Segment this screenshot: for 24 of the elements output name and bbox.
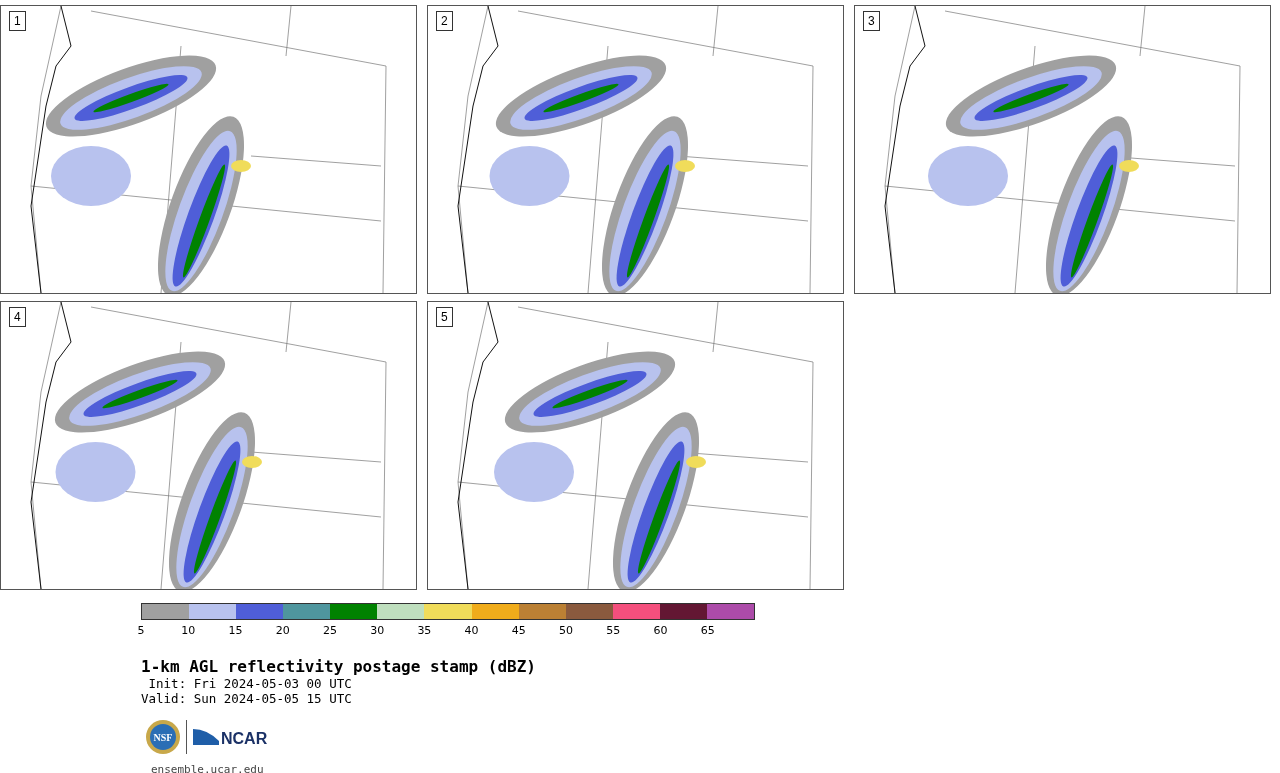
scale-label: 45 — [511, 624, 526, 637]
init-time: Init: Fri 2024-05-03 00 UTC — [147, 676, 352, 691]
valid-time: Valid: Sun 2024-05-05 15 UTC — [141, 691, 352, 706]
panel-number: 3 — [863, 11, 880, 31]
ncar-logo: NCAR — [193, 727, 268, 747]
scale-label: 5 — [137, 624, 145, 637]
panel-number: 1 — [9, 11, 26, 31]
scale-label: 65 — [700, 624, 715, 637]
scale-label: 30 — [370, 624, 385, 637]
website-url: ensemble.ucar.edu — [151, 762, 264, 773]
scale-label: 25 — [322, 624, 337, 637]
scale-label: 55 — [606, 624, 621, 637]
panel-number: 4 — [9, 307, 26, 327]
scale-label: 50 — [559, 624, 574, 637]
scale-label: 35 — [417, 624, 432, 637]
nsf-logo: NSF — [146, 720, 180, 754]
chart-title: 1-km AGL reflectivity postage stamp (dBZ) — [141, 658, 537, 676]
scale-label: 10 — [181, 624, 196, 637]
panel-number: 2 — [436, 11, 453, 31]
scale-label: 20 — [275, 624, 290, 637]
scale-label: 40 — [464, 624, 479, 637]
panel-number: 5 — [436, 307, 453, 327]
scale-label: 60 — [653, 624, 668, 637]
scale-label: 15 — [228, 624, 243, 637]
